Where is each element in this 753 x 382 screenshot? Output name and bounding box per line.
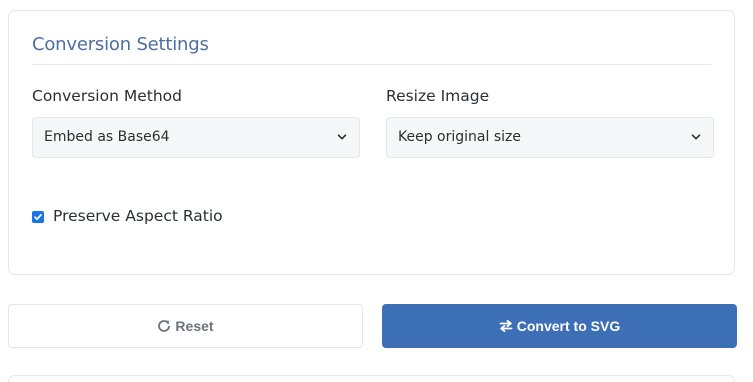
reset-button-label: Reset <box>175 318 214 334</box>
convert-button-label: Convert to SVG <box>516 318 621 334</box>
resize-image-value: Keep original size <box>398 129 521 145</box>
resize-image-label: Resize Image <box>386 87 490 105</box>
exchange-icon <box>499 319 513 333</box>
convert-to-svg-button[interactable]: Convert to SVG <box>382 304 737 348</box>
conversion-method-value: Embed as Base64 <box>44 129 170 145</box>
preserve-aspect-ratio-checkbox[interactable] <box>32 211 44 223</box>
conversion-method-select[interactable]: Embed as Base64 <box>32 117 360 158</box>
conversion-method-label: Conversion Method <box>32 87 182 105</box>
conversion-settings-card: Conversion Settings Conversion Method Em… <box>8 10 735 275</box>
chevron-down-icon <box>337 134 347 140</box>
title-divider <box>32 64 711 65</box>
preserve-aspect-ratio-row: Preserve Aspect Ratio <box>32 207 223 225</box>
page: Conversion Settings Conversion Method Em… <box>0 0 753 382</box>
card-title: Conversion Settings <box>32 34 209 55</box>
preserve-aspect-ratio-label[interactable]: Preserve Aspect Ratio <box>53 207 223 225</box>
redo-icon <box>158 320 171 332</box>
reset-button[interactable]: Reset <box>8 304 363 348</box>
chevron-down-icon <box>691 134 701 140</box>
next-section-card <box>8 375 735 382</box>
resize-image-select[interactable]: Keep original size <box>386 117 714 158</box>
check-icon <box>34 213 42 221</box>
